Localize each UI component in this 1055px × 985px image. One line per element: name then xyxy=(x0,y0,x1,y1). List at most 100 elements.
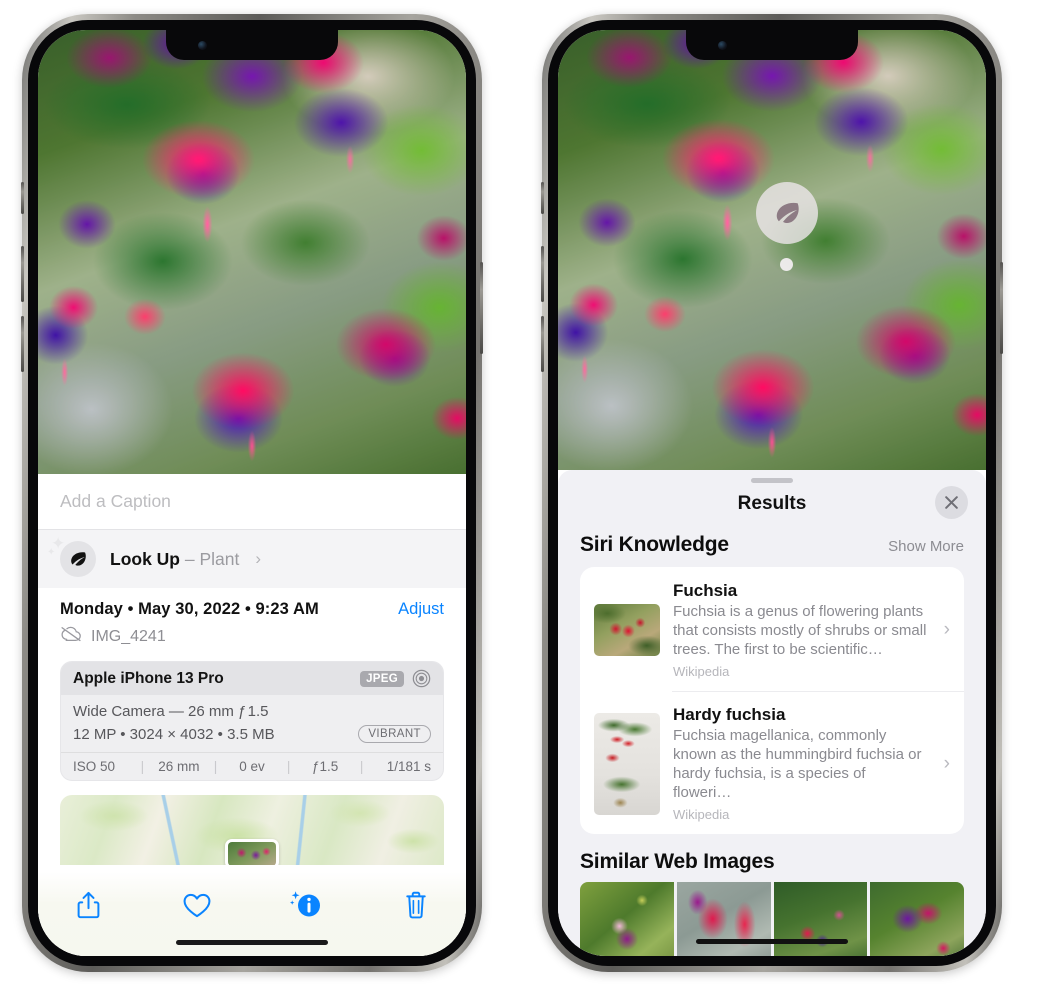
location-map[interactable] xyxy=(60,795,444,865)
home-indicator[interactable] xyxy=(176,940,328,945)
adjust-button[interactable]: Adjust xyxy=(398,600,444,619)
list-item-title: Fuchsia xyxy=(673,581,738,600)
list-item-title: Hardy fuchsia xyxy=(673,705,786,725)
fuchsia-photo xyxy=(38,30,466,474)
exif-stat-focal: 26 mm xyxy=(158,759,200,774)
list-item[interactable]: Fuchsia Fuchsia is a genus of flowering … xyxy=(580,567,964,691)
look-up-row[interactable]: ✦ ✦ Look Up – Plant › xyxy=(38,530,466,588)
exif-stat-iso: ISO 50 xyxy=(73,759,116,774)
siri-knowledge-card: Fuchsia Fuchsia is a genus of flowering … xyxy=(580,567,964,835)
home-indicator[interactable] xyxy=(696,939,848,944)
exif-header: Apple iPhone 13 Pro JPEG xyxy=(61,662,443,695)
share-button[interactable] xyxy=(64,884,112,926)
volume-down-button[interactable] xyxy=(21,316,24,372)
screenshot-root: Add a Caption ✦ ✦ Look Up – Plant › Mond… xyxy=(0,0,1055,985)
leaf-icon xyxy=(60,541,96,577)
exif-stat-aperture: ƒ1.5 xyxy=(311,759,339,774)
sparkle-small-icon: ✦ xyxy=(47,547,56,558)
front-camera-icon xyxy=(198,41,207,50)
photo-filename: IMG_4241 xyxy=(91,627,166,645)
exif-stats-row: ISO 50 | 26 mm | 0 ev | ƒ1.5 | 1/181 s xyxy=(61,752,443,780)
siri-knowledge-title: Siri Knowledge xyxy=(580,533,729,556)
look-up-title: Look Up xyxy=(110,548,180,569)
close-button[interactable] xyxy=(935,486,968,519)
front-camera-icon xyxy=(718,41,727,50)
show-more-button[interactable]: Show More xyxy=(888,538,964,555)
exif-divider: | xyxy=(140,759,145,774)
photo-info-sheet: Add a Caption ✦ ✦ Look Up – Plant › Mond… xyxy=(38,474,466,956)
close-icon xyxy=(945,496,958,509)
similar-image-2[interactable] xyxy=(676,882,771,956)
notch xyxy=(686,30,858,60)
volume-down-button[interactable] xyxy=(541,316,544,372)
silence-switch[interactable] xyxy=(21,182,24,214)
right-phone: Results Siri Knowledge Show More Fuchsia… xyxy=(541,14,1003,972)
side-power-button[interactable] xyxy=(1000,262,1003,354)
fuchsia-photo xyxy=(558,30,986,470)
results-header: Results xyxy=(558,483,986,525)
similar-image-3[interactable] xyxy=(773,882,868,956)
info-button[interactable] xyxy=(283,884,331,926)
exif-divider: | xyxy=(213,759,218,774)
similar-image-4[interactable] xyxy=(870,882,964,956)
exif-divider: | xyxy=(286,759,291,774)
look-up-dash: – xyxy=(180,548,200,569)
volume-up-button[interactable] xyxy=(541,246,544,302)
similar-web-images-header: Similar Web Images xyxy=(558,834,986,882)
visual-lookup-badge[interactable] xyxy=(756,182,818,244)
raw-circle-icon xyxy=(412,669,431,688)
metadata-date-row: Monday • May 30, 2022 • 9:23 AM Adjust xyxy=(60,600,444,619)
chevron-right-icon: › xyxy=(943,619,950,641)
look-up-subject: Plant xyxy=(199,548,240,569)
look-up-icon-wrap: ✦ ✦ xyxy=(47,535,96,577)
list-item-body: Fuchsia Fuchsia is a genus of flowering … xyxy=(673,581,927,679)
caption-input[interactable]: Add a Caption xyxy=(38,474,466,530)
exif-divider: | xyxy=(359,759,364,774)
icloud-slash-icon xyxy=(60,626,82,647)
photo-viewer[interactable] xyxy=(558,30,986,470)
format-badge: JPEG xyxy=(360,670,404,687)
metadata-file-row: IMG_4241 xyxy=(60,626,444,647)
chevron-right-icon: › xyxy=(255,549,262,568)
photo-thumbnail-pin[interactable] xyxy=(225,839,279,865)
exif-card[interactable]: Apple iPhone 13 Pro JPEG Wide Camera — 2… xyxy=(60,661,444,781)
photo-metadata: Monday • May 30, 2022 • 9:23 AM Adjust I… xyxy=(38,588,466,647)
right-screen: Results Siri Knowledge Show More Fuchsia… xyxy=(558,30,986,956)
similar-image-1[interactable] xyxy=(580,882,674,956)
list-item-description: Fuchsia magellanica, commonly known as t… xyxy=(673,727,922,801)
favorite-button[interactable] xyxy=(173,884,221,926)
caption-placeholder: Add a Caption xyxy=(60,491,171,511)
left-screen: Add a Caption ✦ ✦ Look Up – Plant › Mond… xyxy=(38,30,466,956)
similar-web-images-row xyxy=(558,882,986,956)
results-sheet: Results Siri Knowledge Show More Fuchsia… xyxy=(558,470,986,956)
exif-dimension-row: 12 MP • 3024 × 4032 • 3.5 MB VIBRANT xyxy=(73,725,431,743)
chevron-right-icon: › xyxy=(943,752,950,774)
leaf-icon xyxy=(776,202,799,224)
photo-viewer[interactable] xyxy=(38,30,466,474)
exif-body: Wide Camera — 26 mm ƒ 1.5 12 MP • 3024 ×… xyxy=(61,695,443,752)
list-item-source: Wikipedia xyxy=(673,807,730,823)
hardy-fuchsia-thumbnail xyxy=(594,712,660,815)
photo-date: Monday • May 30, 2022 • 9:23 AM xyxy=(60,600,319,618)
photographic-style-badge: VIBRANT xyxy=(358,725,431,743)
list-item[interactable]: Hardy fuchsia Fuchsia magellanica, commo… xyxy=(580,691,964,834)
notch xyxy=(166,30,338,60)
camera-model: Apple iPhone 13 Pro xyxy=(73,669,224,687)
list-item-source: Wikipedia xyxy=(673,664,730,680)
results-title: Results xyxy=(737,493,807,514)
exif-stat-shutter: 1/181 s xyxy=(386,759,432,774)
silence-switch[interactable] xyxy=(541,182,544,214)
delete-button[interactable] xyxy=(392,884,440,926)
exif-stat-ev: 0 ev xyxy=(239,759,265,774)
fuchsia-thumbnail xyxy=(594,604,660,657)
siri-knowledge-header: Siri Knowledge Show More xyxy=(558,525,986,567)
look-up-label: Look Up – Plant xyxy=(110,549,239,570)
left-phone: Add a Caption ✦ ✦ Look Up – Plant › Mond… xyxy=(21,14,483,972)
similar-web-images-title: Similar Web Images xyxy=(580,850,775,874)
side-power-button[interactable] xyxy=(480,262,483,354)
volume-up-button[interactable] xyxy=(21,246,24,302)
image-dimensions: 12 MP • 3024 × 4032 • 3.5 MB xyxy=(73,725,275,743)
list-item-body: Hardy fuchsia Fuchsia magellanica, commo… xyxy=(673,705,927,822)
list-item-description: Fuchsia is a genus of flowering plants t… xyxy=(673,603,927,658)
visual-lookup-anchor-dot xyxy=(780,258,793,271)
